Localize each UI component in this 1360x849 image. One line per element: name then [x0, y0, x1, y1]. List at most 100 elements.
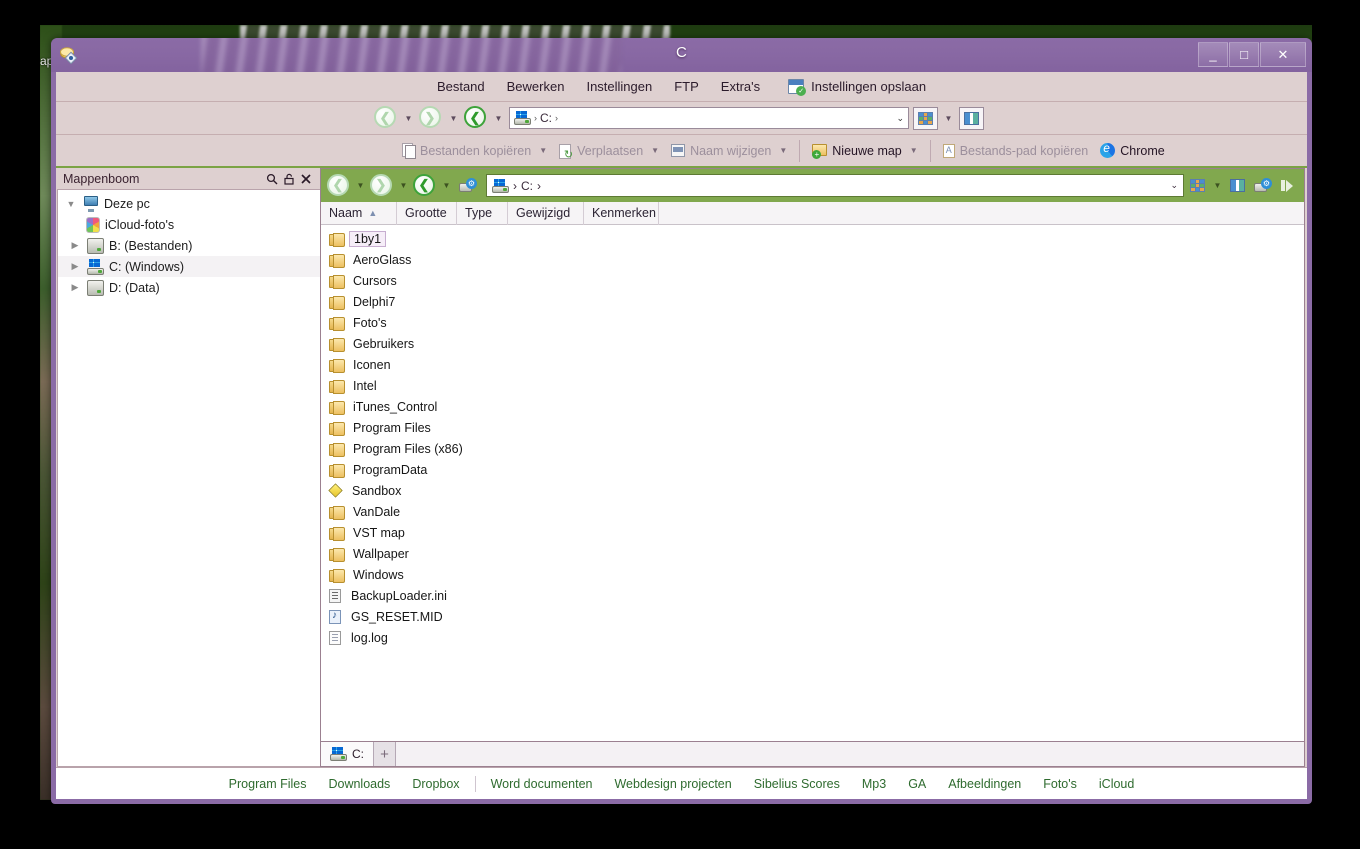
bookmark-downloads[interactable]: Downloads	[317, 777, 401, 791]
pane-view-caret[interactable]: ▼	[1211, 175, 1224, 197]
table-row[interactable]: Gebruikers	[321, 333, 1304, 354]
new-folder-label: Nieuwe map	[832, 143, 902, 158]
address-bar[interactable]: › C: › ⌄	[509, 107, 909, 129]
address-dropdown-icon[interactable]: ⌄	[896, 113, 904, 124]
folder-tree[interactable]: ▼ Deze pc iCloud-foto's ▶ B: (Bestanden)	[57, 189, 320, 767]
tree-item-deze-pc[interactable]: ▼ Deze pc	[58, 193, 320, 214]
move-button[interactable]: Verplaatsen ▼	[553, 138, 665, 164]
table-row[interactable]: iTunes_Control	[321, 396, 1304, 417]
menu-item-bestand[interactable]: Bestand	[437, 79, 485, 94]
pane-up-caret[interactable]: ▼	[440, 175, 453, 197]
folder-icon	[329, 547, 345, 562]
table-row[interactable]: VST map	[321, 522, 1304, 543]
column-header-grootte[interactable]: Grootte	[397, 201, 457, 225]
bookmark-webdesign-projecten[interactable]: Webdesign projecten	[603, 777, 742, 791]
pane-dual-pane-button[interactable]	[1227, 174, 1248, 198]
table-row[interactable]: GS_RESET.MID	[321, 606, 1304, 627]
pane-forward-caret[interactable]: ▼	[397, 175, 410, 197]
pane-address-bar[interactable]: › C: › ⌄	[486, 174, 1184, 197]
tree-twisty-drive-d[interactable]: ▶	[68, 282, 82, 293]
forward-button[interactable]: ❯	[419, 106, 443, 130]
close-button[interactable]: ✕	[1260, 42, 1306, 67]
bookmark-program-files[interactable]: Program Files	[218, 777, 318, 791]
table-row[interactable]: VanDale	[321, 501, 1304, 522]
add-tab-button[interactable]: +	[374, 742, 396, 766]
unpin-icon[interactable]	[280, 170, 297, 187]
pane-up-button[interactable]: ❮	[413, 173, 437, 198]
column-header-kenmerken[interactable]: Kenmerken	[584, 201, 659, 225]
table-row[interactable]: Sandbox	[321, 480, 1304, 501]
file-list[interactable]: 1by1 AeroGlass Cursors Delphi7 Foto's Ge…	[321, 225, 1304, 741]
pane-grid-view-button[interactable]	[1187, 174, 1208, 198]
table-row[interactable]: Program Files (x86)	[321, 438, 1304, 459]
pane-forward-button[interactable]: ❯	[370, 173, 394, 198]
column-header-type[interactable]: Type	[457, 201, 508, 225]
table-row[interactable]: Wallpaper	[321, 543, 1304, 564]
table-row[interactable]: Cursors	[321, 270, 1304, 291]
bookmark-afbeeldingen[interactable]: Afbeeldingen	[937, 777, 1032, 791]
up-button[interactable]: ❮	[464, 106, 488, 130]
search-icon[interactable]	[263, 170, 280, 187]
main-body: Mappenboom ▼ Deze pc iCloud-foto's ▶ B: …	[56, 168, 1307, 767]
view-mode-caret[interactable]: ▼	[942, 107, 955, 129]
column-header-naam[interactable]: Naam ▲	[321, 201, 397, 225]
view-mode-button[interactable]	[913, 106, 938, 130]
tree-item-icloud-fotos[interactable]: iCloud-foto's	[58, 214, 320, 235]
table-row[interactable]: 1by1	[321, 228, 1304, 249]
table-row[interactable]: Program Files	[321, 417, 1304, 438]
copy-files-button[interactable]: Bestanden kopiëren ▼	[396, 138, 553, 164]
new-folder-button[interactable]: + Nieuwe map ▼	[806, 138, 923, 164]
table-row[interactable]: log.log	[321, 627, 1304, 648]
table-row[interactable]: ProgramData	[321, 459, 1304, 480]
column-label-naam: Naam	[329, 206, 363, 220]
rename-button[interactable]: Naam wijzigen ▼	[665, 138, 793, 164]
tree-twisty-drive-c[interactable]: ▶	[68, 261, 82, 272]
tab-drive-c[interactable]: C:	[321, 742, 374, 766]
tree-twisty-drive-b[interactable]: ▶	[68, 240, 82, 251]
bookmark-ga[interactable]: GA	[897, 777, 937, 791]
bookmark-sibelius-scores[interactable]: Sibelius Scores	[743, 777, 851, 791]
copy-path-button[interactable]: Bestands-pad kopiëren	[937, 138, 1095, 164]
table-row[interactable]: BackupLoader.ini	[321, 585, 1304, 606]
menu-item-ftp[interactable]: FTP	[674, 79, 699, 94]
up-history-caret[interactable]: ▼	[492, 107, 505, 129]
table-row[interactable]: Foto's	[321, 312, 1304, 333]
bookmark-icloud[interactable]: iCloud	[1088, 777, 1145, 791]
forward-history-caret[interactable]: ▼	[447, 107, 460, 129]
pane-settings-button[interactable]: ⚙	[1251, 174, 1275, 198]
column-header-gewijzigd[interactable]: Gewijzigd	[508, 201, 584, 225]
pane-address-dropdown-icon[interactable]: ⌄	[1170, 180, 1178, 191]
tree-item-drive-d[interactable]: ▶ D: (Data)	[58, 277, 320, 298]
table-row[interactable]: Delphi7	[321, 291, 1304, 312]
bookmark-word-documenten[interactable]: Word documenten	[480, 777, 604, 791]
copy-files-caret[interactable]: ▼	[536, 146, 547, 155]
tree-twisty-deze-pc[interactable]: ▼	[64, 199, 78, 209]
bookmark-mp3[interactable]: Mp3	[851, 777, 897, 791]
back-history-caret[interactable]: ▼	[402, 107, 415, 129]
tree-item-drive-c[interactable]: ▶ C: (Windows)	[58, 256, 320, 277]
rename-caret[interactable]: ▼	[776, 146, 787, 155]
pane-back-button[interactable]: ❮	[327, 173, 351, 198]
close-icon[interactable]	[297, 170, 314, 187]
table-row[interactable]: AeroGlass	[321, 249, 1304, 270]
pane-expand-button[interactable]	[1278, 174, 1298, 198]
bookmark-fotos[interactable]: Foto's	[1032, 777, 1088, 791]
menu-item-extras[interactable]: Extra's	[721, 79, 760, 94]
menu-item-bewerken[interactable]: Bewerken	[507, 79, 565, 94]
table-row[interactable]: Windows	[321, 564, 1304, 585]
pane-drive-settings-button[interactable]: ⚙	[456, 174, 480, 198]
tree-item-drive-b[interactable]: ▶ B: (Bestanden)	[58, 235, 320, 256]
maximize-button[interactable]: □	[1229, 42, 1259, 67]
table-row[interactable]: Iconen	[321, 354, 1304, 375]
save-settings-button[interactable]: ✓ Instellingen opslaan	[788, 79, 926, 96]
back-button[interactable]: ❮	[374, 106, 398, 130]
bookmark-dropbox[interactable]: Dropbox	[401, 777, 470, 791]
panel-layout-button[interactable]	[959, 106, 984, 130]
menu-item-instellingen[interactable]: Instellingen	[586, 79, 652, 94]
chrome-button[interactable]: Chrome	[1094, 138, 1170, 164]
new-folder-caret[interactable]: ▼	[907, 146, 918, 155]
table-row[interactable]: Intel	[321, 375, 1304, 396]
move-caret[interactable]: ▼	[648, 146, 659, 155]
minimize-button[interactable]: _	[1198, 42, 1228, 67]
pane-back-caret[interactable]: ▼	[354, 175, 367, 197]
